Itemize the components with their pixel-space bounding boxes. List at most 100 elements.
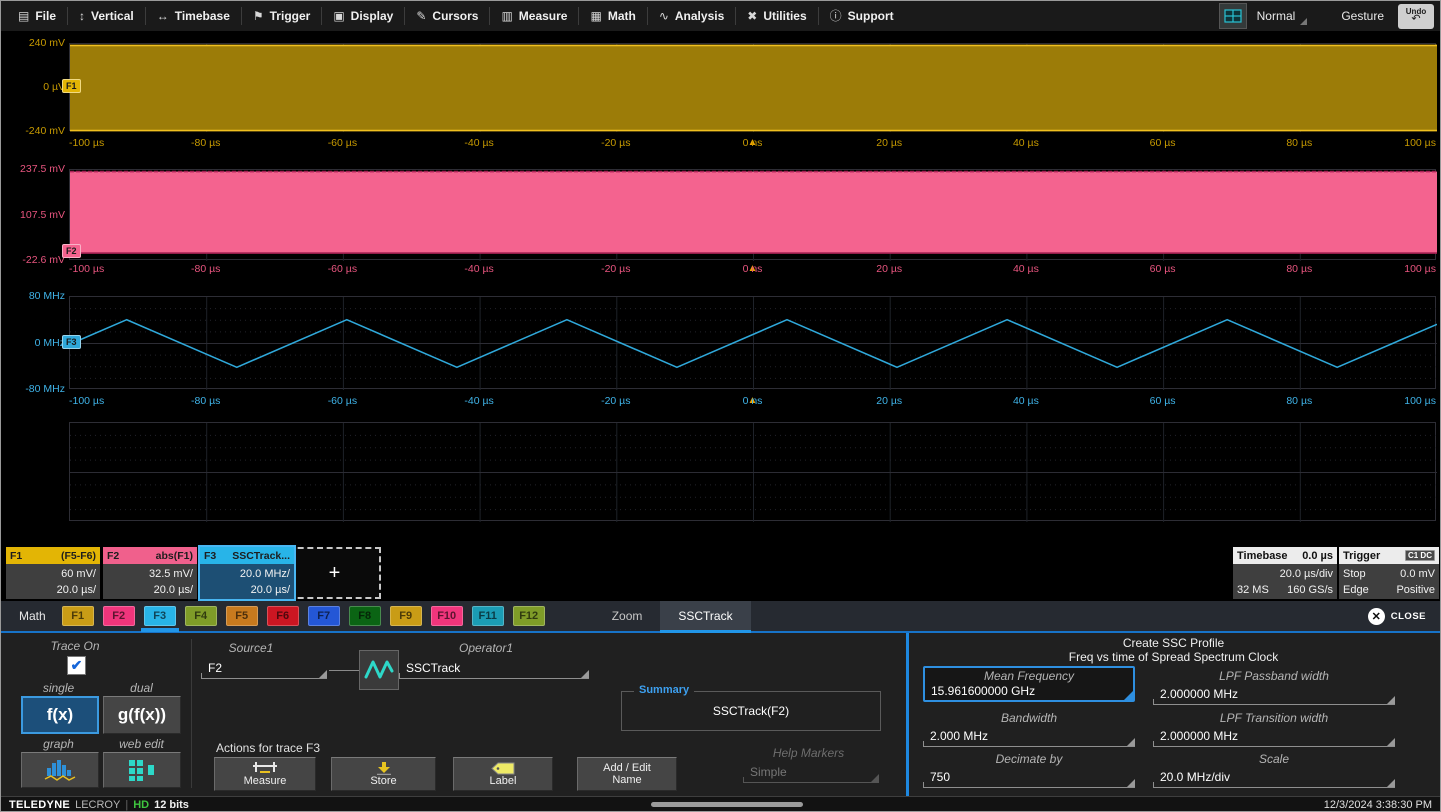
grid-F3[interactable] — [69, 296, 1436, 389]
tab-f8[interactable]: F8 — [349, 606, 381, 626]
menu-item-measure[interactable]: ▥Measure — [490, 1, 578, 31]
x-axis-label: -40 µs — [464, 395, 493, 407]
x-axis-label: 40 µs — [1013, 395, 1039, 407]
lpf-passband-dropdown[interactable]: 2.000000 MHz — [1153, 685, 1395, 705]
x-axis-label: -60 µs — [328, 263, 357, 275]
trace-badge-f2[interactable]: F2 — [62, 244, 81, 258]
menu-item-utilities[interactable]: ✖Utilities — [736, 1, 817, 31]
descriptor-f2[interactable]: F2abs(F1)32.5 mV/20.0 µs/ — [103, 547, 197, 599]
tab-f4[interactable]: F4 — [185, 606, 217, 626]
bandwidth-dropdown[interactable]: 2.000 MHz — [923, 727, 1135, 747]
trigger-panel[interactable]: Trigger C1 DC Stop 0.0 mV Edge Positive — [1339, 547, 1439, 599]
grid-F1[interactable] — [69, 43, 1436, 131]
x-axis-label: 60 µs — [1150, 395, 1176, 407]
tab-f12[interactable]: F12 — [513, 606, 545, 626]
menu-right-cluster: Normal Gesture Undo ↶ — [1219, 1, 1434, 31]
tab-f7[interactable]: F7 — [308, 606, 340, 626]
summary-box: Summary SSCTrack(F2) — [621, 691, 881, 731]
support-icon: ⓘ — [830, 10, 842, 22]
grid-F2[interactable] — [69, 169, 1436, 260]
measure-icon: ▥ — [501, 10, 512, 22]
scale-label: Scale — [1151, 752, 1397, 766]
brand-teledyne: TELEDYNE — [9, 799, 70, 811]
web-edit-button[interactable] — [103, 752, 181, 788]
grid-mode-button[interactable] — [1219, 3, 1247, 29]
x-axis-label: -40 µs — [464, 263, 493, 275]
undo-button[interactable]: Undo ↶ — [1398, 4, 1434, 29]
decimate-by-dropdown[interactable]: 750 — [923, 768, 1135, 788]
trace-on-checkbox[interactable]: ✔ — [67, 656, 86, 675]
operator-icon-box[interactable] — [359, 650, 399, 690]
menu-item-label: Math — [608, 9, 636, 23]
x-axis-label: -20 µs — [601, 263, 630, 275]
y-axis-label: 0 MHz — [3, 337, 65, 349]
mean-frequency-field[interactable]: Mean Frequency 15.961600000 GHz — [923, 666, 1135, 702]
x-axis-label: 100 µs — [1404, 137, 1436, 149]
menu-item-display[interactable]: ▣Display — [322, 1, 404, 31]
tab-f5[interactable]: F5 — [226, 606, 258, 626]
operator1-value: SSCTrack — [406, 661, 460, 675]
graph-mode-button[interactable] — [21, 752, 99, 788]
scale-dropdown[interactable]: 20.0 MHz/div — [1153, 768, 1395, 788]
menu-item-timebase[interactable]: ↔Timebase — [146, 1, 241, 31]
measure-button[interactable]: Measure — [214, 757, 316, 791]
grid-grid4[interactable] — [69, 422, 1436, 521]
add-edit-line1: Add / Edit — [603, 762, 651, 774]
status-bar: TELEDYNE LECROY | HD 12 bits 12/3/2024 3… — [1, 796, 1440, 812]
tab-ssctrack[interactable]: SSCTrack — [660, 601, 750, 631]
menu-item-vertical[interactable]: ↕Vertical — [68, 1, 145, 31]
menu-item-analysis[interactable]: ∿Analysis — [648, 1, 735, 31]
descriptor-vscale: 20.0 MHz/ — [200, 566, 290, 582]
timebase-panel[interactable]: Timebase 0.0 µs 20.0 µs/div 32 MS 160 GS… — [1233, 547, 1337, 599]
tab-f3[interactable]: F3 — [144, 606, 176, 626]
menu-item-math[interactable]: ▦Math — [579, 1, 646, 31]
tab-f10[interactable]: F10 — [431, 606, 463, 626]
display-mode-dropdown[interactable]: Normal — [1257, 9, 1308, 23]
ssc-subtitle: Freq vs time of Spread Spectrum Clock — [909, 650, 1438, 664]
descriptor-f1[interactable]: F1(F5-F6)60 mV/20.0 µs/ — [6, 547, 100, 599]
web-edit-icon — [127, 758, 157, 782]
label-tag-icon — [490, 762, 516, 775]
dual-gfx-button[interactable]: g(f(x)) — [103, 696, 181, 734]
trace-badge-f3[interactable]: F3 — [62, 335, 81, 349]
bandwidth-value: 2.000 MHz — [930, 729, 988, 743]
menu-item-trigger[interactable]: ⚑Trigger — [242, 1, 321, 31]
x-axis-label: -80 µs — [191, 395, 220, 407]
lpf-transition-dropdown[interactable]: 2.000000 MHz — [1153, 727, 1395, 747]
descriptor-vscale: 32.5 mV/ — [103, 566, 193, 582]
grid-plot — [70, 170, 1437, 261]
single-fx-button[interactable]: f(x) — [21, 696, 99, 734]
trace-badge-f1[interactable]: F1 — [62, 79, 81, 93]
menu-item-label: Vertical — [91, 9, 134, 23]
menu-item-file[interactable]: ▤File — [7, 1, 67, 31]
tab-f6[interactable]: F6 — [267, 606, 299, 626]
help-markers-dropdown[interactable]: Simple — [743, 763, 879, 783]
descriptor-f3[interactable]: F3SSCTrack...20.0 MHz/20.0 µs/ — [200, 547, 294, 599]
descriptor-id: F2 — [107, 550, 119, 562]
descriptor-hscale: 20.0 µs/ — [6, 582, 96, 598]
add-edit-name-button[interactable]: Add / Edit Name — [577, 757, 677, 791]
menu-item-label: Support — [848, 9, 894, 23]
menu-item-cursors[interactable]: ✎Cursors — [405, 1, 489, 31]
add-trace-button[interactable]: + — [288, 547, 381, 599]
tab-f1[interactable]: F1 — [62, 606, 94, 626]
waveform-display-area: 240 mV0 µV-240 mVF1-100 µs-80 µs-60 µs-4… — [1, 31, 1440, 546]
menu-item-support[interactable]: ⓘ Support — [819, 1, 905, 31]
source1-dropdown[interactable]: F2 — [201, 659, 327, 679]
brand-logo: TELEDYNE LECROY | HD 12 bits — [9, 799, 189, 811]
grid-plot — [70, 297, 1437, 390]
dialog-drag-handle[interactable] — [651, 802, 803, 807]
tab-f2[interactable]: F2 — [103, 606, 135, 626]
decimate-by-value: 750 — [930, 770, 950, 784]
tab-zoom[interactable]: Zoom — [594, 601, 661, 631]
tab-f9[interactable]: F9 — [390, 606, 422, 626]
x-axis-row: -100 µs-80 µs-60 µs-40 µs-20 µs▲0 ns20 µ… — [69, 263, 1436, 277]
lpf-passband-label: LPF Passband width — [1151, 669, 1397, 683]
tab-f11[interactable]: F11 — [472, 606, 504, 626]
operator1-dropdown[interactable]: SSCTrack — [399, 659, 589, 679]
graph-label: graph — [16, 737, 101, 751]
store-button[interactable]: Store — [331, 757, 436, 791]
close-dialog-button[interactable]: ✕ CLOSE — [1368, 608, 1426, 625]
label-button[interactable]: Label — [453, 757, 553, 791]
x-axis-label: -60 µs — [328, 395, 357, 407]
